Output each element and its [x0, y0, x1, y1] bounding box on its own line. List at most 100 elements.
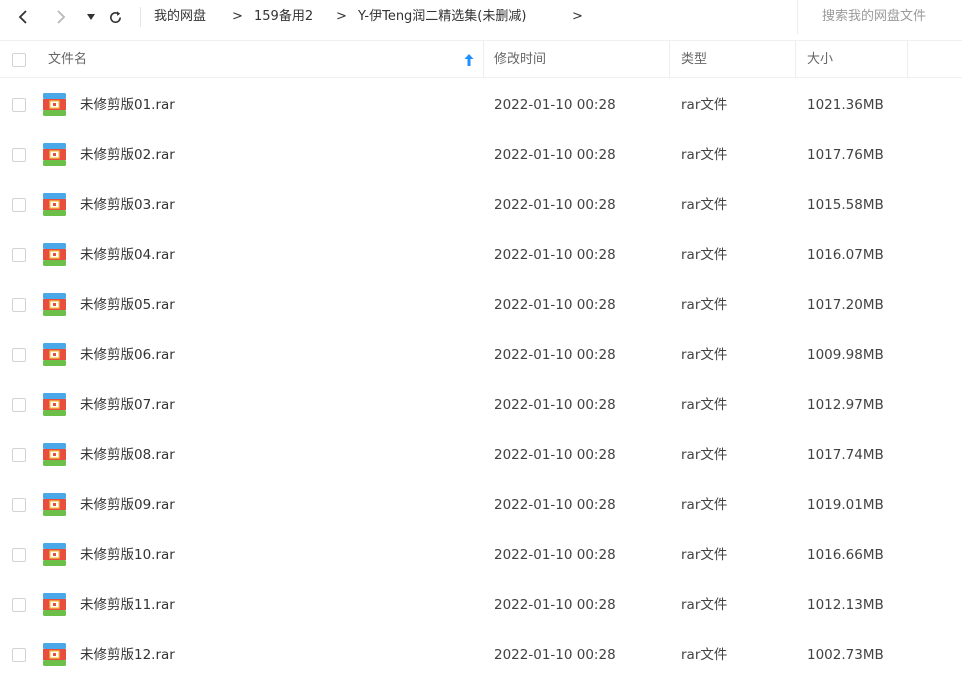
file-size: 1016.07MB [807, 247, 884, 263]
archive-rar-icon [43, 193, 66, 216]
row-checkbox[interactable] [12, 298, 26, 312]
file-type: rar文件 [681, 447, 728, 463]
column-header-modified[interactable]: 修改时间 [494, 41, 546, 78]
breadcrumb-item-current[interactable]: Y-伊Teng润二精选集(未删减) [358, 9, 526, 25]
table-row[interactable]: 未修剪版03.rar 2022-01-10 00:28 rar文件 1015.58MB [0, 180, 962, 230]
modified-time: 2022-01-10 00:28 [494, 597, 616, 613]
row-checkbox[interactable] [12, 248, 26, 262]
modified-time: 2022-01-10 00:28 [494, 297, 616, 313]
breadcrumb-separator: > [572, 9, 583, 24]
caret-down-icon [87, 14, 95, 20]
row-checkbox[interactable] [12, 98, 26, 112]
history-dropdown-button[interactable] [82, 8, 100, 26]
breadcrumb-separator: > [232, 9, 243, 24]
archive-rar-icon [43, 293, 66, 316]
file-name[interactable]: 未修剪版04.rar [80, 247, 175, 263]
file-name[interactable]: 未修剪版09.rar [80, 497, 175, 513]
file-type: rar文件 [681, 597, 728, 613]
modified-time: 2022-01-10 00:28 [494, 497, 616, 513]
column-divider[interactable] [795, 41, 796, 78]
modified-time: 2022-01-10 00:28 [494, 247, 616, 263]
row-checkbox[interactable] [12, 598, 26, 612]
select-all-checkbox[interactable] [12, 53, 26, 67]
refresh-icon [109, 10, 121, 23]
modified-time: 2022-01-10 00:28 [494, 347, 616, 363]
toolbar: 我的网盘 > 159备用2 > Y-伊Teng润二精选集(未删减) > 搜索我的… [0, 0, 962, 34]
table-row[interactable]: 未修剪版10.rar 2022-01-10 00:28 rar文件 1016.66MB [0, 530, 962, 580]
column-header-type[interactable]: 类型 [681, 41, 707, 78]
table-row[interactable]: 未修剪版05.rar 2022-01-10 00:28 rar文件 1017.20MB [0, 280, 962, 330]
archive-rar-icon [43, 243, 66, 266]
file-name[interactable]: 未修剪版03.rar [80, 197, 175, 213]
file-name[interactable]: 未修剪版12.rar [80, 647, 175, 663]
column-divider[interactable] [907, 41, 908, 78]
modified-time: 2022-01-10 00:28 [494, 547, 616, 563]
file-name[interactable]: 未修剪版02.rar [80, 147, 175, 163]
file-type: rar文件 [681, 247, 728, 263]
chevron-left-icon [18, 10, 27, 24]
file-size: 1017.74MB [807, 447, 884, 463]
row-checkbox[interactable] [12, 348, 26, 362]
row-checkbox[interactable] [12, 448, 26, 462]
archive-rar-icon [43, 143, 66, 166]
table-row[interactable]: 未修剪版08.rar 2022-01-10 00:28 rar文件 1017.74MB [0, 430, 962, 480]
breadcrumb-item-folder[interactable]: 159备用2 [254, 9, 313, 25]
file-name[interactable]: 未修剪版11.rar [80, 597, 175, 613]
file-name[interactable]: 未修剪版05.rar [80, 297, 175, 313]
file-size: 1015.58MB [807, 197, 884, 213]
refresh-button[interactable] [106, 8, 124, 26]
column-header-size[interactable]: 大小 [807, 41, 833, 78]
row-checkbox[interactable] [12, 498, 26, 512]
column-divider[interactable] [669, 41, 670, 78]
file-size: 1019.01MB [807, 497, 884, 513]
file-size: 1002.73MB [807, 647, 884, 663]
file-type: rar文件 [681, 347, 728, 363]
row-checkbox[interactable] [12, 198, 26, 212]
column-divider[interactable] [483, 41, 484, 78]
file-name[interactable]: 未修剪版10.rar [80, 547, 175, 563]
file-size: 1017.76MB [807, 147, 884, 163]
breadcrumb-separator: > [336, 9, 347, 24]
breadcrumb-item-root[interactable]: 我的网盘 [154, 9, 206, 25]
row-checkbox[interactable] [12, 148, 26, 162]
file-type: rar文件 [681, 297, 728, 313]
file-size: 1017.20MB [807, 297, 884, 313]
file-type: rar文件 [681, 147, 728, 163]
table-header: 文件名 修改时间 类型 大小 [0, 40, 962, 78]
table-row[interactable]: 未修剪版09.rar 2022-01-10 00:28 rar文件 1019.01MB [0, 480, 962, 530]
column-header-name[interactable]: 文件名 [48, 41, 87, 78]
file-size: 1009.98MB [807, 347, 884, 363]
file-name[interactable]: 未修剪版06.rar [80, 347, 175, 363]
file-size: 1012.97MB [807, 397, 884, 413]
file-name[interactable]: 未修剪版07.rar [80, 397, 175, 413]
file-type: rar文件 [681, 397, 728, 413]
sort-ascending-icon[interactable] [464, 54, 474, 66]
row-checkbox[interactable] [12, 548, 26, 562]
modified-time: 2022-01-10 00:28 [494, 147, 616, 163]
archive-rar-icon [43, 343, 66, 366]
file-size: 1016.66MB [807, 547, 884, 563]
table-row[interactable]: 未修剪版06.rar 2022-01-10 00:28 rar文件 1009.98MB [0, 330, 962, 380]
row-checkbox[interactable] [12, 648, 26, 662]
back-button[interactable] [14, 8, 32, 26]
table-row[interactable]: 未修剪版07.rar 2022-01-10 00:28 rar文件 1012.97MB [0, 380, 962, 430]
table-row[interactable]: 未修剪版02.rar 2022-01-10 00:28 rar文件 1017.76MB [0, 130, 962, 180]
table-row[interactable]: 未修剪版12.rar 2022-01-10 00:28 rar文件 1002.73MB [0, 630, 962, 680]
archive-rar-icon [43, 593, 66, 616]
file-name[interactable]: 未修剪版08.rar [80, 447, 175, 463]
table-row[interactable]: 未修剪版11.rar 2022-01-10 00:28 rar文件 1012.13MB [0, 580, 962, 630]
table-row[interactable]: 未修剪版01.rar 2022-01-10 00:28 rar文件 1021.36MB [0, 80, 962, 130]
forward-button[interactable] [52, 8, 70, 26]
table-row[interactable]: 未修剪版04.rar 2022-01-10 00:28 rar文件 1016.07MB [0, 230, 962, 280]
file-type: rar文件 [681, 497, 728, 513]
file-type: rar文件 [681, 97, 728, 113]
row-checkbox[interactable] [12, 398, 26, 412]
file-type: rar文件 [681, 547, 728, 563]
search-input[interactable]: 搜索我的网盘文件 [797, 0, 962, 34]
file-type: rar文件 [681, 197, 728, 213]
toolbar-divider [140, 7, 141, 27]
file-name[interactable]: 未修剪版01.rar [80, 97, 175, 113]
file-size: 1012.13MB [807, 597, 884, 613]
file-type: rar文件 [681, 647, 728, 663]
chevron-right-icon [57, 10, 66, 24]
